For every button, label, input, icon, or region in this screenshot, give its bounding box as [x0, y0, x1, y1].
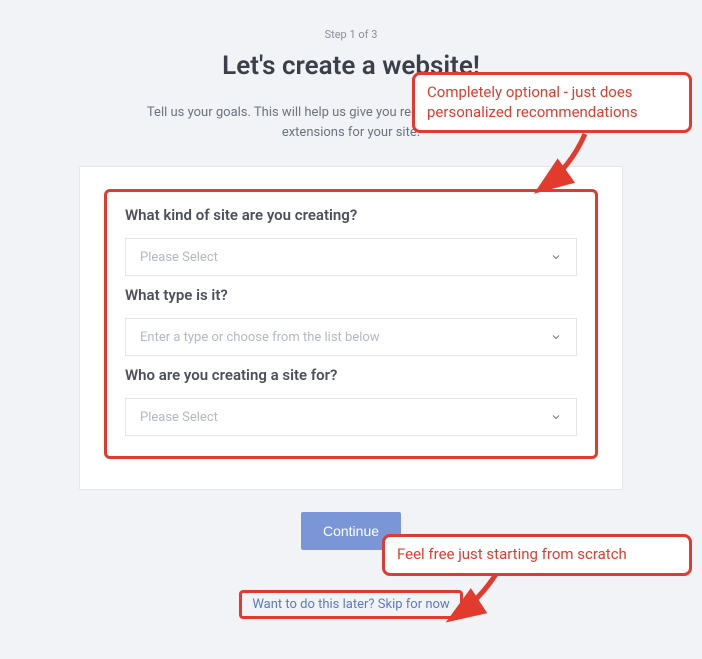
- site-type-placeholder: Enter a type or choose from the list bel…: [140, 330, 380, 345]
- site-for-placeholder: Please Select: [140, 410, 218, 425]
- site-kind-label: What kind of site are you creating?: [125, 206, 577, 224]
- annotation-skip: Feel free just starting from scratch: [382, 534, 692, 576]
- chevron-down-icon: [550, 251, 562, 263]
- site-kind-placeholder: Please Select: [140, 250, 218, 265]
- site-kind-select[interactable]: Please Select: [125, 238, 577, 276]
- chevron-down-icon: [550, 411, 562, 423]
- arrow-icon: [530, 128, 610, 203]
- step-indicator: Step 1 of 3: [0, 28, 702, 41]
- site-type-select[interactable]: Enter a type or choose from the list bel…: [125, 318, 577, 356]
- skip-link[interactable]: Want to do this later? Skip for now: [239, 590, 462, 619]
- site-for-select[interactable]: Please Select: [125, 398, 577, 436]
- form-highlight-box: What kind of site are you creating? Plea…: [104, 189, 598, 459]
- site-for-label: Who are you creating a site for?: [125, 366, 577, 384]
- form-card: What kind of site are you creating? Plea…: [79, 166, 623, 490]
- annotation-optional: Completely optional - just does personal…: [412, 72, 692, 133]
- site-type-label: What type is it?: [125, 286, 577, 304]
- chevron-down-icon: [550, 331, 562, 343]
